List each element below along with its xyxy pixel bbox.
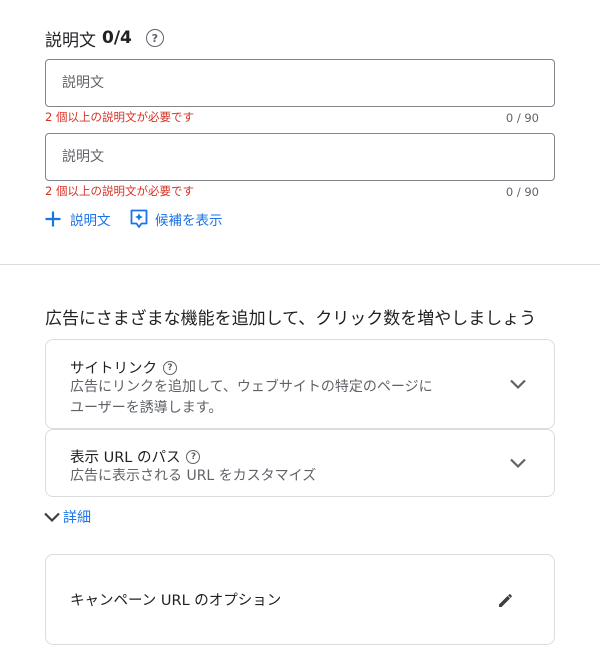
sitelinks-desc-line1: 広告にリンクを追加して、ウェブサイトの特定のページに [70, 379, 433, 395]
campaign-url-options-card[interactable]: キャンペーン URL のオプション [45, 554, 555, 645]
chevron-down-icon[interactable] [506, 451, 530, 475]
display-path-header: 表示 URL のパス ? [70, 446, 201, 467]
sitelinks-header: サイトリンク ? [70, 357, 177, 378]
description-error-1: 2 個以上の説明文が必要です [45, 110, 194, 124]
more-details-link[interactable]: 詳細 [43, 507, 91, 527]
campaign-url-title: キャンペーン URL のオプション [70, 593, 282, 609]
description-field-1[interactable] [45, 59, 555, 107]
help-icon[interactable]: ? [163, 360, 177, 375]
more-details-label: 詳細 [63, 510, 91, 526]
description-char-count-2: 0 / 90 [505, 185, 539, 199]
add-description-button[interactable]: 説明文 [44, 209, 111, 229]
sparkle-suggestion-icon [129, 208, 149, 230]
description-char-count-1: 0 / 90 [505, 111, 539, 125]
add-description-label: 説明文 [70, 213, 111, 229]
show-suggestions-button[interactable]: 候補を表示 [129, 208, 223, 230]
description-input-2[interactable] [62, 149, 538, 165]
features-heading: 広告にさまざまな機能を追加して、クリック数を増やしましょう [45, 309, 537, 329]
descriptions-header: 説明文 0/4 ? [45, 26, 164, 51]
display-path-card[interactable]: 表示 URL のパス ? 広告に表示される URL をカスタマイズ [45, 429, 555, 497]
description-error-2: 2 個以上の説明文が必要です [45, 184, 194, 198]
description-field-2[interactable] [45, 133, 555, 181]
help-icon[interactable]: ? [186, 449, 201, 464]
sitelinks-card[interactable]: サイトリンク ? 広告にリンクを追加して、ウェブサイトの特定のページに ユーザー… [45, 339, 555, 429]
descriptions-count: 0/4 [102, 28, 132, 48]
chevron-down-icon[interactable] [506, 372, 530, 396]
plus-icon [44, 210, 62, 228]
section-divider [0, 264, 600, 265]
description-input-1[interactable] [62, 75, 538, 91]
show-suggestions-label: 候補を表示 [155, 213, 223, 229]
sitelinks-title: サイトリンク [70, 361, 157, 377]
sitelinks-desc-line2: ユーザーを誘導します。 [70, 400, 223, 416]
help-icon[interactable]: ? [145, 29, 164, 47]
chevron-down-icon [43, 511, 61, 523]
display-path-title: 表示 URL のパス [70, 450, 181, 466]
descriptions-title: 説明文 [45, 30, 96, 51]
display-path-description: 広告に表示される URL をカスタマイズ [70, 468, 317, 484]
pencil-edit-icon[interactable] [496, 590, 516, 610]
sitelinks-description: 広告にリンクを追加して、ウェブサイトの特定のページに ユーザーを誘導します。 [70, 377, 433, 419]
